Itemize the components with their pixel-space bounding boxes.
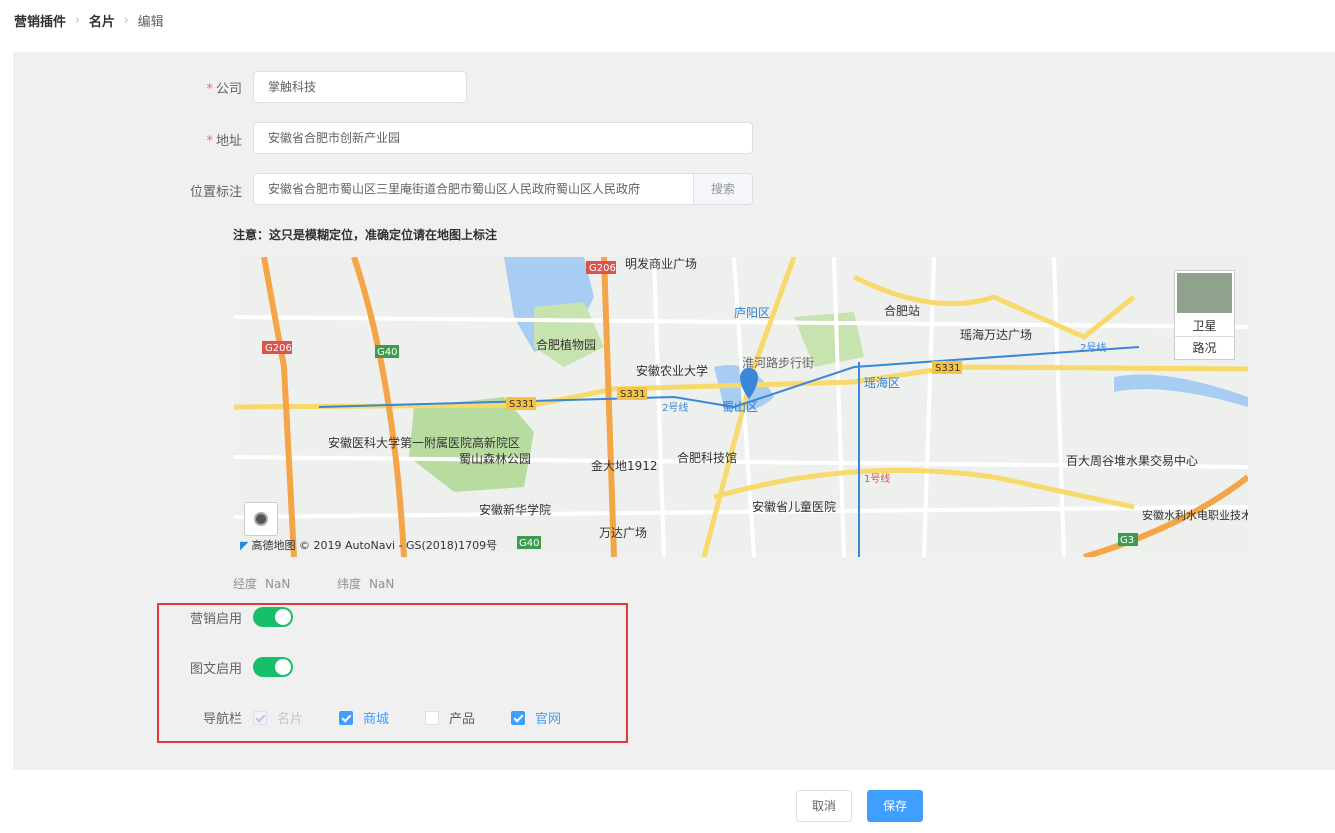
checkbox-icon (339, 710, 353, 725)
road-shield-label: G206 (265, 343, 292, 354)
map-layer-switch: 卫星 路况 (1174, 270, 1235, 360)
amap-logo-icon: ◤ (240, 539, 249, 552)
checkbox-icon (511, 710, 525, 725)
checkbox-label: 产品 (449, 712, 476, 727)
graphic-switch[interactable] (253, 657, 293, 677)
latitude-value: NaN (369, 577, 395, 591)
checkbox-label: 官网 (535, 712, 562, 727)
nav-label: 导航栏 (202, 712, 242, 727)
checkbox-label: 名片 (277, 712, 304, 727)
place-label: 合肥站 (884, 303, 920, 318)
satellite-thumbnail[interactable] (1177, 273, 1232, 313)
place-label: 淮河路步行街 (742, 355, 814, 370)
place-label: 万达广场 (599, 526, 647, 540)
metro-label: 2号线 (662, 401, 688, 414)
nav-checkbox-card[interactable]: 名片 (253, 708, 303, 727)
location-note: 注意：这只是模糊定位，准确定位请在地图上标注 (233, 228, 498, 242)
cancel-button[interactable]: 取消 (796, 790, 852, 822)
longitude-readout: 经度 NaN (233, 575, 290, 592)
locate-button[interactable] (244, 502, 278, 536)
place-label: 安徽水利水电职业技术学 (1142, 508, 1248, 522)
company-label: * 公司 (206, 82, 242, 97)
place-label: 蜀山森林公园 (459, 451, 531, 466)
place-label: 安徽新华学院 (479, 502, 551, 517)
map-attribution: ◤ 高德地图 © 2019 AutoNavi - GS(2018)1709号 (240, 537, 497, 553)
longitude-label: 经度 (233, 577, 258, 591)
breadcrumb-item-edit: 编辑 (137, 14, 164, 30)
locate-icon (254, 512, 268, 526)
place-label: 安徽农业大学 (636, 363, 708, 378)
latitude-readout: 纬度 NaN (337, 575, 394, 592)
address-input[interactable]: 安徽省合肥市创新产业园 (253, 122, 753, 154)
place-label: 安徽医科大学第一附属医院高新院区 (328, 435, 520, 450)
company-input[interactable]: 掌触科技 (253, 71, 467, 103)
marketing-switch[interactable] (253, 607, 293, 627)
checkbox-icon (425, 710, 439, 725)
place-label: 合肥科技馆 (677, 450, 737, 465)
checkbox-label: 商城 (363, 712, 390, 727)
chevron-right-icon: › (75, 13, 80, 27)
place-label: 合肥植物园 (536, 337, 596, 352)
marketing-toggle-label: 营销启用 (189, 612, 242, 627)
nav-checkbox-mall[interactable]: 商城 (339, 708, 389, 727)
nav-checkbox-product[interactable]: 产品 (425, 708, 475, 727)
breadcrumb: 营销插件 › 名片 › 编辑 (14, 11, 164, 30)
breadcrumb-item-marketing[interactable]: 营销插件 (14, 11, 66, 30)
longitude-value: NaN (265, 577, 291, 591)
breadcrumb-item-card[interactable]: 名片 (89, 11, 115, 30)
satellite-toggle[interactable]: 卫星 (1175, 315, 1234, 337)
road-shield-label: G40 (519, 538, 539, 549)
place-label: 瑶海万达广场 (960, 327, 1032, 342)
metro-label: 2号线 (1080, 341, 1106, 354)
road-shield-label: S331 (509, 399, 534, 410)
required-mark: * (206, 134, 213, 149)
road-shield-label: G206 (589, 263, 616, 274)
chevron-right-icon: › (123, 13, 129, 27)
place-label: 明发商业广场 (625, 257, 697, 271)
place-label: 安徽省儿童医院 (752, 499, 836, 514)
metro-label: 1号线 (864, 472, 890, 485)
traffic-toggle[interactable]: 路况 (1175, 337, 1234, 359)
location-input[interactable]: 安徽省合肥市蜀山区三里庵街道合肥市蜀山区人民政府蜀山区人民政府 (253, 173, 694, 205)
map-view[interactable]: G206 G206 G40 G40 S331 S331 S331 G3 明发商业… (234, 257, 1248, 557)
checkbox-icon (253, 710, 267, 725)
nav-checkbox-website[interactable]: 官网 (511, 708, 561, 727)
search-button[interactable]: 搜索 (693, 173, 753, 205)
place-label: 蜀山区 (722, 400, 758, 414)
place-label: 瑶海区 (864, 375, 900, 390)
required-mark: * (206, 82, 213, 97)
place-label: 百大周谷堆水果交易中心 (1066, 453, 1198, 468)
save-button[interactable]: 保存 (867, 790, 923, 822)
place-label: 金大地1912 (591, 458, 658, 473)
road-shield-label: S331 (935, 363, 960, 374)
road-shield-label: G3 (1120, 535, 1134, 546)
location-label: 位置标注 (189, 185, 242, 200)
botanical-garden-shape (534, 302, 604, 367)
attribution-text: 高德地图 © 2019 AutoNavi - GS(2018)1709号 (251, 539, 498, 552)
graphic-toggle-label: 图文启用 (189, 662, 242, 677)
place-labels: 明发商业广场 合肥站 瑶海万达广场 合肥植物园 庐阳区 淮河路步行街 安徽农业大… (328, 257, 1248, 540)
river-shape (1114, 374, 1248, 407)
place-label: 庐阳区 (734, 305, 770, 320)
road-shield-label: G40 (377, 347, 397, 358)
address-label: * 地址 (206, 134, 242, 149)
latitude-label: 纬度 (337, 577, 362, 591)
road-shield-label: S331 (620, 389, 645, 400)
map-canvas: G206 G206 G40 G40 S331 S331 S331 G3 明发商业… (234, 257, 1248, 557)
